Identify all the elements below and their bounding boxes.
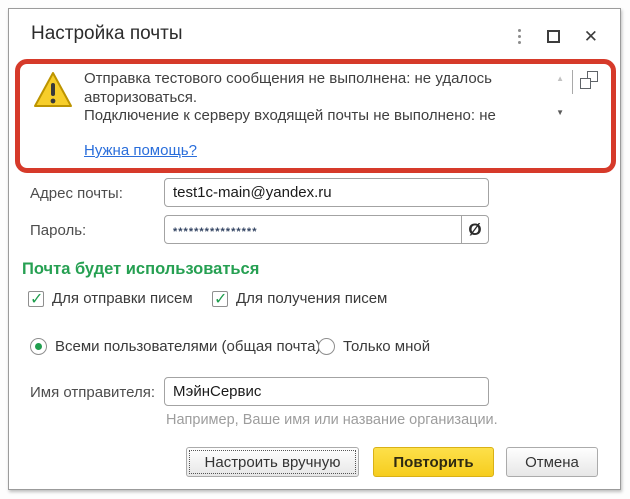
- usage-section-header: Почта будет использоваться: [22, 260, 259, 279]
- error-alert: Отправка тестового сообщения не выполнен…: [15, 59, 616, 173]
- sender-name-hint: Например, Ваше имя или название организа…: [166, 412, 498, 428]
- sender-name-input[interactable]: [164, 377, 489, 406]
- checkbox-box[interactable]: [212, 291, 228, 307]
- error-messages: Отправка тестового сообщения не выполнен…: [84, 70, 562, 126]
- checkbox-label: Для получения писем: [236, 290, 387, 307]
- window-controls: ✕: [516, 27, 598, 46]
- warning-icon: [32, 70, 74, 110]
- checkbox-label: Для отправки писем: [52, 290, 193, 307]
- radio-label: Только мной: [343, 338, 430, 355]
- email-label: Адрес почты:: [30, 185, 123, 202]
- menu-kebab-icon[interactable]: [516, 27, 523, 46]
- dialog-title: Настройка почты: [31, 23, 183, 45]
- eye-off-icon[interactable]: Ø: [461, 216, 488, 243]
- help-link[interactable]: Нужна помощь?: [84, 142, 197, 159]
- radio-only-me[interactable]: Только мной: [318, 338, 430, 355]
- password-input[interactable]: [165, 216, 461, 243]
- maximize-icon[interactable]: [547, 30, 560, 43]
- checkbox-receive-mail[interactable]: Для получения писем: [212, 290, 387, 307]
- radio-label: Всеми пользователями (общая почта): [55, 338, 320, 355]
- retry-button[interactable]: Повторить: [373, 447, 494, 477]
- error-message-line: Отправка тестового сообщения не выполнен…: [84, 70, 492, 106]
- mail-settings-dialog: Настройка почты ✕ Отправка тестового соо…: [8, 8, 621, 490]
- error-message-line: Подключение к серверу входящей почты не …: [84, 107, 496, 124]
- radio-all-users[interactable]: Всеми пользователями (общая почта): [30, 338, 320, 355]
- close-icon[interactable]: ✕: [584, 28, 598, 45]
- sender-name-label: Имя отправителя:: [30, 384, 155, 401]
- copy-icon[interactable]: [580, 71, 598, 89]
- scroll-down-icon[interactable]: ▼: [556, 108, 564, 117]
- checkbox-box[interactable]: [28, 291, 44, 307]
- cancel-button[interactable]: Отмена: [506, 447, 598, 477]
- alert-separator: [572, 70, 573, 94]
- configure-manually-button[interactable]: Настроить вручную: [186, 447, 359, 477]
- password-field: Ø: [164, 215, 489, 244]
- scroll-up-icon[interactable]: ▲: [556, 74, 564, 83]
- radio-circle[interactable]: [30, 338, 47, 355]
- email-input[interactable]: [164, 178, 489, 207]
- password-label: Пароль:: [30, 222, 86, 239]
- radio-circle[interactable]: [318, 338, 335, 355]
- checkbox-send-mail[interactable]: Для отправки писем: [28, 290, 193, 307]
